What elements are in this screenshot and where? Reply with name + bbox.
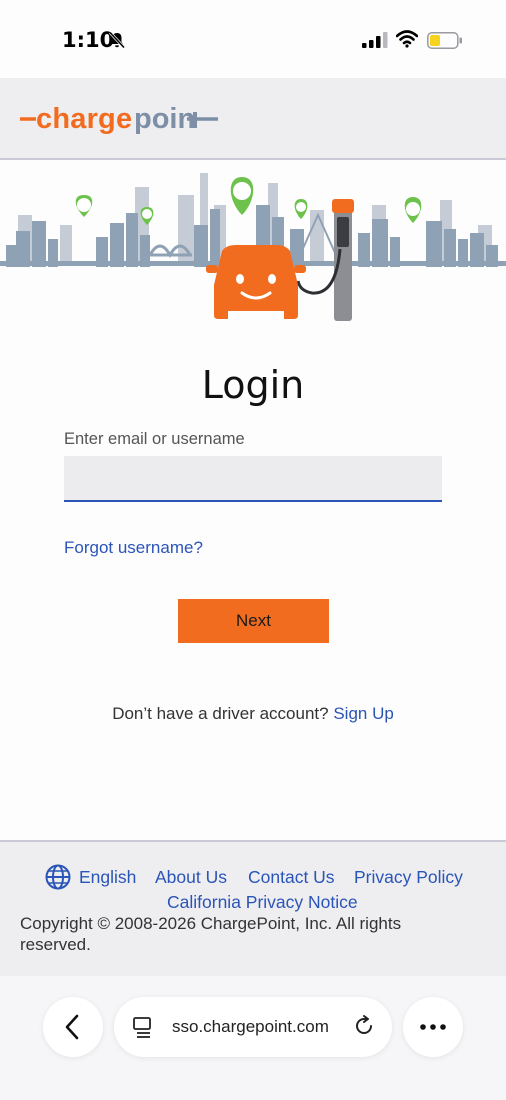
battery-icon [427, 32, 462, 49]
tab-icon[interactable] [132, 1016, 154, 1038]
back-button[interactable] [43, 997, 103, 1057]
back-icon [65, 1014, 79, 1040]
signup-row: Don’t have a driver account? Sign Up [0, 704, 506, 724]
globe-icon[interactable] [45, 864, 71, 890]
about-us-link[interactable]: About Us [155, 867, 227, 888]
reload-icon[interactable] [352, 1014, 376, 1038]
forgot-username-link[interactable]: Forgot username? [64, 538, 203, 558]
copyright-text: Copyright © 2008-2026 ChargePoint, Inc. … [20, 914, 402, 954]
svg-text:charge: charge [36, 103, 132, 135]
language-selector[interactable]: English [79, 867, 136, 888]
signup-prompt: Don’t have a driver account? [112, 704, 329, 723]
more-icon [420, 1024, 446, 1030]
wifi-icon [396, 30, 418, 48]
chargepoint-logo[interactable]: charge poin [20, 100, 220, 140]
email-field-label: Enter email or username [64, 430, 245, 448]
page-title: Login [201, 363, 305, 407]
bell-off-icon [108, 31, 126, 49]
contact-us-link[interactable]: Contact Us [248, 867, 335, 888]
status-time: 1:10 [62, 28, 115, 52]
url-text[interactable]: sso.chargepoint.com [172, 1017, 329, 1037]
status-bar: 1:10 [0, 0, 506, 78]
sign-up-link[interactable]: Sign Up [333, 704, 393, 723]
city-illustration [0, 173, 506, 321]
more-options-button[interactable] [403, 997, 463, 1057]
signal-icon [362, 32, 388, 48]
next-button[interactable]: Next [178, 599, 329, 643]
privacy-policy-link[interactable]: Privacy Policy [354, 867, 463, 888]
email-field[interactable] [64, 456, 442, 502]
california-privacy-link[interactable]: California Privacy Notice [167, 892, 358, 913]
svg-text:poin: poin [134, 103, 195, 135]
